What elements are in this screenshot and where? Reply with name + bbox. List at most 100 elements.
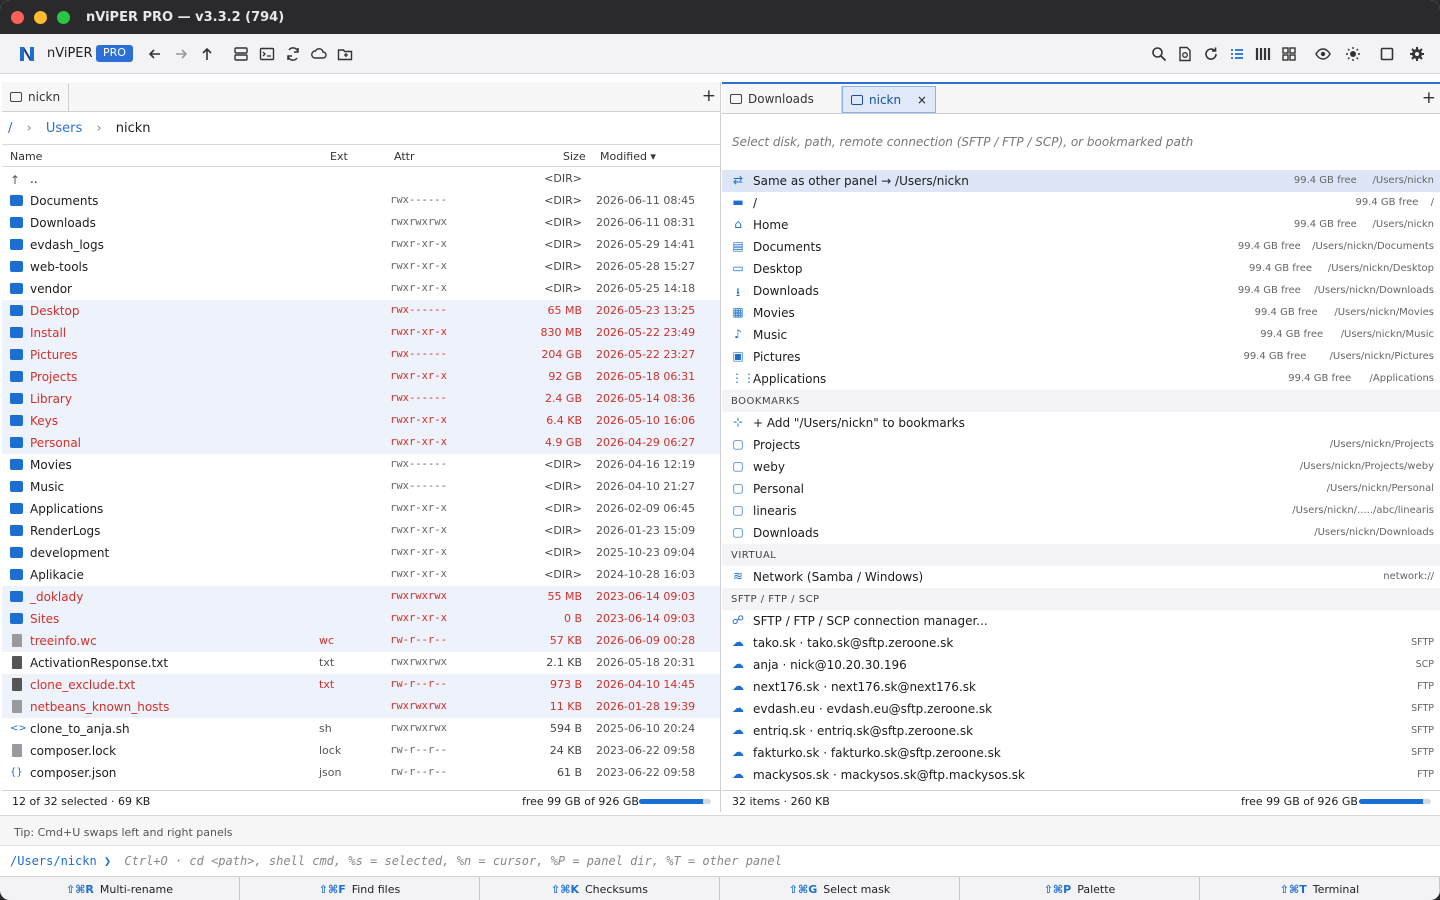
forward-button[interactable] (172, 45, 190, 63)
col-size[interactable]: Size (563, 150, 586, 163)
table-row[interactable]: composer.lock lock rw-r--r-- 24 KB 2023-06-2… (2, 740, 720, 762)
table-row[interactable]: clone_exclude.txt txt rw-r--r-- 973 B 2026-0… (2, 674, 720, 696)
place-item[interactable]: ⭳ Downloads 99.4 GB free/Users/nickn/Downl… (722, 280, 1440, 302)
table-row[interactable]: Aplikacie rwxr-xr-x <DIR> 2024-10-28 16:03 (2, 564, 720, 586)
command-line[interactable]: /Users/nickn ❯ Ctrl+O · cd <path>, shell… (0, 845, 1440, 875)
table-row[interactable]: RenderLogs rwxr-xr-x <DIR> 2026-01-23 15:09 (2, 520, 720, 542)
right-tab-nickn[interactable]: nickn × (842, 86, 936, 113)
preview-button[interactable] (1314, 45, 1332, 63)
remote-item[interactable]: ☁ fakturko.sk · fakturko.sk@sftp.zeroone.… (722, 742, 1440, 764)
table-row[interactable]: Keys rwxr-xr-x 6.4 KB 2026-05-10 16:06 (2, 410, 720, 432)
remote-button[interactable] (310, 45, 328, 63)
new-tab-button[interactable]: + (702, 86, 716, 106)
grid-view-button[interactable] (1280, 45, 1298, 63)
table-row[interactable]: Library rwx------ 2.4 GB 2026-05-14 08:36 (2, 388, 720, 410)
disk-usage-bar (639, 799, 711, 804)
remote-item[interactable]: ☁ evdash.eu · evdash.eu@sftp.zeroone.sk SF… (722, 698, 1440, 720)
sync-button[interactable] (284, 45, 302, 63)
remote-item[interactable]: ☍ SFTP / FTP / SCP connection manager... (722, 610, 1440, 632)
table-row[interactable]: ActivationResponse.txt txt rwxrwxrwx 2.1 KB… (2, 652, 720, 674)
fkey-button[interactable]: ⇧⌘T Terminal (1200, 877, 1440, 900)
table-row[interactable]: evdash_logs rwxr-xr-x <DIR> 2026-05-29 14:4… (2, 234, 720, 256)
table-row[interactable]: Documents rwx------ <DIR> 2026-06-11 08:45 (2, 190, 720, 212)
place-item[interactable]: ⋮⋮ Applications 99.4 GB free/Applications (722, 368, 1440, 390)
single-panel-button[interactable] (1378, 45, 1396, 63)
remote-item[interactable]: ☁ anja · nick@10.20.30.196 SCP (722, 654, 1440, 676)
table-row[interactable]: {} composer.json json rw-r--r-- 61 B 2023-06-… (2, 762, 720, 784)
remote-item[interactable]: ☁ entriq.sk · entriq.sk@sftp.zeroone.sk SF… (722, 720, 1440, 742)
table-row[interactable]: Personal rwxr-xr-x 4.9 GB 2026-04-29 06:27 (2, 432, 720, 454)
theme-toggle-button[interactable] (1344, 45, 1362, 63)
table-row[interactable]: <> clone_to_anja.sh sh rwxrwxrwx 594 B 2025-0… (2, 718, 720, 740)
place-item[interactable]: ♪ Music 99.4 GB free/Users/nickn/Music (722, 324, 1440, 346)
table-row[interactable]: Install rwxr-xr-x 830 MB 2026-05-22 23:49 (2, 322, 720, 344)
fkey-button[interactable]: ⇧⌘F Find files (240, 877, 480, 900)
table-row[interactable]: Desktop rwx------ 65 MB 2026-05-23 13:25 (2, 300, 720, 322)
table-row[interactable]: development rwxr-xr-x <DIR> 2025-10-23 09:0… (2, 542, 720, 564)
left-tab-nickn[interactable]: nickn (2, 84, 70, 111)
table-row[interactable]: Music rwx------ <DIR> 2026-04-10 21:27 (2, 476, 720, 498)
back-button[interactable] (146, 45, 164, 63)
close-window-button[interactable] (11, 11, 24, 24)
refresh-button[interactable] (1202, 45, 1220, 63)
table-row[interactable]: netbeans_known_hosts rwxrwxrwx 11 KB 2026-0… (2, 696, 720, 718)
remote-item[interactable]: ☁ next176.sk · next176.sk@next176.sk FTP (722, 676, 1440, 698)
table-row[interactable]: web-tools rwxr-xr-x <DIR> 2026-05-28 15:27 (2, 256, 720, 278)
table-row[interactable]: Projects rwxr-xr-x 92 GB 2026-05-18 06:31 (2, 366, 720, 388)
table-row[interactable]: Movies rwx------ <DIR> 2026-04-16 12:19 (2, 454, 720, 476)
breadcrumb-root[interactable]: / (8, 121, 12, 136)
columns-view-button[interactable] (1254, 45, 1272, 63)
table-row[interactable]: treeinfo.wc wc rw-r--r-- 57 KB 2026-06-09 00… (2, 630, 720, 652)
place-item[interactable]: ▬ / 99.4 GB free / (722, 192, 1440, 214)
col-name[interactable]: Name (10, 150, 42, 163)
compare-dirs-button[interactable] (336, 45, 354, 63)
fkey-button[interactable]: ⇧⌘R Multi-rename (0, 877, 240, 900)
place-item[interactable]: ⇄ Same as other panel → /Users/nickn 99.4 … (722, 170, 1440, 192)
table-row[interactable]: Pictures rwx------ 204 GB 2026-05-22 23:27 (2, 344, 720, 366)
cmdline-placeholder[interactable]: Ctrl+O · cd <path>, shell cmd, %s = sele… (124, 854, 781, 868)
minimize-window-button[interactable] (34, 11, 47, 24)
table-row[interactable]: ↑.. <DIR> (2, 168, 720, 190)
remote-item[interactable]: ☁ mackysos.sk · mackysos.sk@ftp.mackysos.… (722, 764, 1440, 786)
drives-button[interactable] (232, 45, 250, 63)
list-view-button[interactable] (1228, 45, 1246, 63)
bookmark-item[interactable]: ▢ linearis/Users/nickn/...../abc/linearis (722, 500, 1440, 522)
table-row[interactable]: Applications rwxr-xr-x <DIR> 2026-02-09 06:… (2, 498, 720, 520)
table-row[interactable]: vendor rwxr-xr-x <DIR> 2026-05-25 14:18 (2, 278, 720, 300)
place-item[interactable]: ▦ Movies 99.4 GB free/Users/nickn/Movies (722, 302, 1440, 324)
search-button[interactable] (1150, 45, 1168, 63)
place-item[interactable]: ▭ Desktop 99.4 GB free/Users/nickn/Desktop (722, 258, 1440, 280)
settings-button[interactable] (1408, 45, 1426, 63)
table-row[interactable]: Downloads rwxrwxrwx <DIR> 2026-06-11 08:31 (2, 212, 720, 234)
breadcrumb-users[interactable]: Users (46, 121, 82, 136)
bookmark-item[interactable]: ⊹ + Add "/Users/nickn" to bookmarks (722, 412, 1440, 434)
bookmark-item[interactable]: ▢ Downloads/Users/nickn/Downloads (722, 522, 1440, 544)
table-row[interactable]: Sites rwxr-xr-x 0 B 2023-06-14 09:03 (2, 608, 720, 630)
bookmark-item[interactable]: ▢ weby/Users/nickn/Projects/weby (722, 456, 1440, 478)
fkey-button[interactable]: ⇧⌘G Select mask (720, 877, 960, 900)
bookmark-item-icon: ▢ (732, 503, 744, 517)
col-attr[interactable]: Attr (394, 150, 414, 163)
parent-dir-button[interactable] (198, 45, 216, 63)
right-tab-downloads[interactable]: Downloads (722, 86, 842, 113)
fkey-button[interactable]: ⇧⌘P Palette (960, 877, 1200, 900)
sun-icon (1346, 47, 1360, 61)
bookmark-item[interactable]: ▢ Personal/Users/nickn/Personal (722, 478, 1440, 500)
place-item[interactable]: ⌂ Home 99.4 GB free/Users/nickn (722, 214, 1440, 236)
find-in-files-button[interactable] (1176, 45, 1194, 63)
terminal-button[interactable] (258, 45, 276, 63)
path-picker-hint[interactable]: Select disk, path, remote connection (SF… (722, 114, 1440, 174)
fkey-button[interactable]: ⇧⌘K Checksums (480, 877, 720, 900)
close-tab-icon[interactable]: × (917, 93, 927, 107)
bookmark-item-icon: ⊹ (732, 415, 744, 429)
virtual-item[interactable]: ≋ Network (Samba / Windows) network:// (722, 566, 1440, 588)
col-ext[interactable]: Ext (330, 150, 348, 163)
remote-item[interactable]: ☁ tako.sk · tako.sk@sftp.zeroone.sk SFTP (722, 632, 1440, 654)
place-item[interactable]: ▣ Pictures 99.4 GB free/Users/nickn/Pictur… (722, 346, 1440, 368)
place-item[interactable]: ▤ Documents 99.4 GB free/Users/nickn/Docum… (722, 236, 1440, 258)
col-modified[interactable]: Modified ▾ (600, 150, 656, 163)
new-tab-button[interactable]: + (1422, 88, 1436, 108)
table-row[interactable]: _doklady rwxrwxrwx 55 MB 2023-06-14 09:03 (2, 586, 720, 608)
bookmark-item[interactable]: ▢ Projects/Users/nickn/Projects (722, 434, 1440, 456)
zoom-window-button[interactable] (57, 11, 70, 24)
